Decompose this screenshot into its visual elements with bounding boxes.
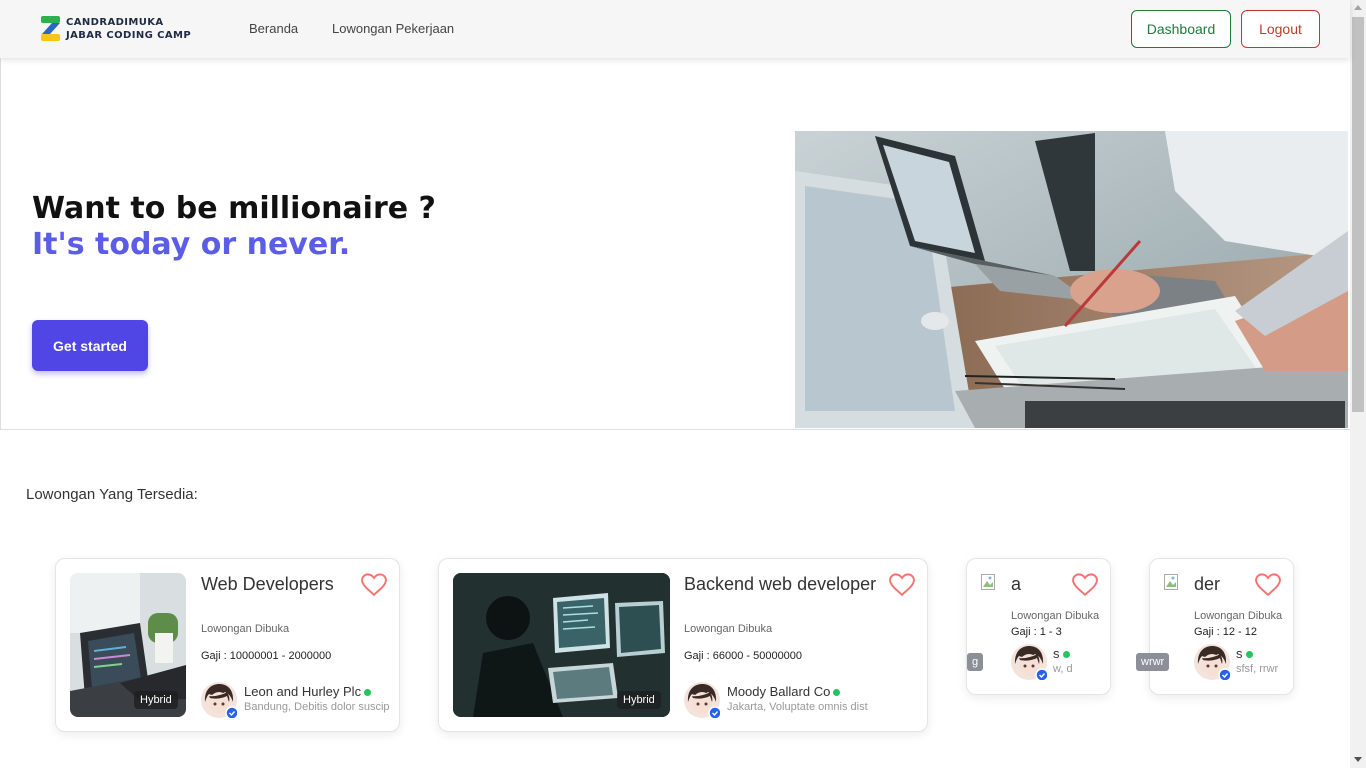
company-name[interactable]: s bbox=[1236, 646, 1243, 661]
company-location: w, d bbox=[1053, 663, 1073, 675]
job-title[interactable]: der bbox=[1194, 574, 1220, 595]
work-type-badge: Hybrid bbox=[617, 691, 661, 709]
brand-logo[interactable]: CANDRADIMUKA JABAR CODING CAMP bbox=[40, 15, 191, 42]
company-name[interactable]: s bbox=[1053, 646, 1060, 661]
heart-icon[interactable] bbox=[361, 573, 387, 597]
heart-icon[interactable] bbox=[889, 573, 915, 597]
job-salary: Gaji : 12 - 12 bbox=[1194, 626, 1257, 638]
logout-button[interactable]: Logout bbox=[1241, 10, 1320, 48]
job-salary: Gaji : 1 - 3 bbox=[1011, 626, 1062, 638]
job-card[interactable]: wrwr der Lowongan Dibuka Gaji : 12 - 12 … bbox=[1136, 558, 1294, 695]
hero-office-photo bbox=[795, 131, 1348, 428]
nav-link-beranda[interactable]: Beranda bbox=[249, 21, 298, 36]
company-avatar bbox=[201, 682, 237, 718]
company-name-row[interactable]: s bbox=[1236, 646, 1253, 661]
heart-icon[interactable] bbox=[1072, 573, 1098, 597]
logo-line-1: CANDRADIMUKA bbox=[66, 16, 164, 28]
section-title: Lowongan Yang Tersedia: bbox=[26, 486, 198, 503]
company-name-row[interactable]: Leon and Hurley Plc bbox=[244, 684, 372, 699]
logo-icon bbox=[41, 16, 60, 41]
get-started-button[interactable]: Get started bbox=[32, 320, 148, 371]
job-title[interactable]: a bbox=[1011, 574, 1021, 595]
work-type-badge: Hybrid bbox=[134, 691, 178, 709]
job-status: Lowongan Dibuka bbox=[1194, 610, 1283, 622]
job-salary: Gaji : 66000 - 50000000 bbox=[684, 650, 803, 662]
company-avatar bbox=[1194, 644, 1230, 680]
company-location: sfsf, rrwr bbox=[1236, 663, 1279, 675]
nav-link-lowongan-pekerjaan[interactable]: Lowongan Pekerjaan bbox=[332, 21, 454, 36]
scroll-up-arrow-icon[interactable] bbox=[1354, 5, 1362, 10]
logo-line-2: JABAR CODING CAMP bbox=[66, 29, 192, 41]
job-card[interactable]: g a Lowongan Dibuka Gaji : 1 - 3 s w, d bbox=[966, 558, 1111, 695]
company-name-row[interactable]: s bbox=[1053, 646, 1070, 661]
company-name[interactable]: Leon and Hurley Plc bbox=[244, 684, 361, 699]
heart-icon[interactable] bbox=[1255, 573, 1281, 597]
job-status: Lowongan Dibuka bbox=[1011, 610, 1100, 622]
job-card[interactable]: Hybrid Web Developers Lowongan Dibuka Ga… bbox=[55, 558, 400, 732]
company-avatar bbox=[684, 682, 720, 718]
company-location: Bandung, Debitis dolor suscip bbox=[244, 701, 390, 713]
job-title[interactable]: Web Developers bbox=[201, 574, 334, 595]
company-location: Jakarta, Voluptate omnis dist bbox=[727, 701, 868, 713]
job-status: Lowongan Dibuka bbox=[684, 623, 773, 635]
job-title[interactable]: Backend web developer bbox=[684, 574, 876, 595]
logo-text: CANDRADIMUKA JABAR CODING CAMP bbox=[66, 16, 191, 42]
scroll-thumb[interactable] bbox=[1352, 17, 1364, 412]
company-avatar bbox=[1011, 644, 1047, 680]
work-type-badge: g bbox=[967, 653, 984, 671]
scroll-down-arrow-icon[interactable] bbox=[1354, 757, 1362, 762]
job-salary: Gaji : 10000001 - 2000000 bbox=[201, 650, 332, 662]
online-status-icon bbox=[1245, 651, 1253, 659]
online-status-icon bbox=[364, 689, 372, 697]
broken-image-icon bbox=[981, 574, 995, 590]
dashboard-button[interactable]: Dashboard bbox=[1131, 10, 1231, 48]
page-scrollbar[interactable] bbox=[1350, 0, 1366, 768]
work-type-badge: wrwr bbox=[1136, 653, 1170, 671]
hero-section: Want to be millionaire ? It's today or n… bbox=[0, 58, 1350, 430]
company-name-row[interactable]: Moody Ballard Co bbox=[727, 684, 841, 699]
job-card[interactable]: Hybrid Backend web developer Lowongan Di… bbox=[438, 558, 928, 732]
hero-subheadline: It's today or never. bbox=[32, 227, 351, 262]
company-name[interactable]: Moody Ballard Co bbox=[727, 684, 830, 699]
online-status-icon bbox=[1062, 651, 1070, 659]
navbar: CANDRADIMUKA JABAR CODING CAMP Beranda L… bbox=[0, 0, 1350, 58]
broken-image-icon bbox=[1164, 574, 1178, 590]
hero-headline: Want to be millionaire ? bbox=[32, 191, 436, 226]
online-status-icon bbox=[833, 689, 841, 697]
job-status: Lowongan Dibuka bbox=[201, 623, 290, 635]
